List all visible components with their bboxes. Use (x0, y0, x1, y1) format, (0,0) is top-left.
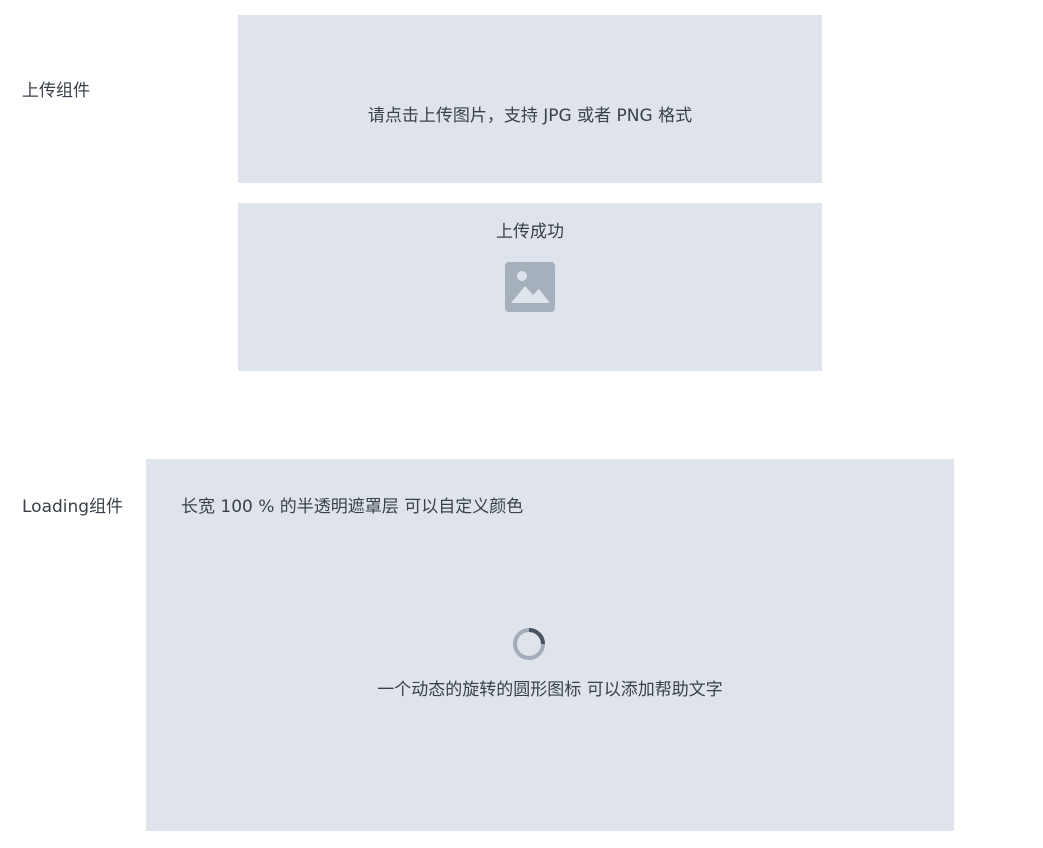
upload-dropzone[interactable]: 请点击上传图片，支持 JPG 或者 PNG 格式 (238, 15, 822, 183)
loading-section-label: Loading组件 (22, 497, 124, 517)
upload-section-label: 上传组件 (22, 81, 90, 101)
page: 上传组件 请点击上传图片，支持 JPG 或者 PNG 格式 上传成功 Loadi… (0, 0, 1043, 848)
loading-description: 长宽 100 % 的半透明遮罩层 可以自定义颜色 (181, 497, 524, 517)
loading-overlay: 长宽 100 % 的半透明遮罩层 可以自定义颜色 一个动态的旋转的圆形图标 可以… (146, 459, 954, 831)
upload-success-panel: 上传成功 (238, 203, 822, 371)
image-icon (505, 262, 555, 312)
upload-prompt-text: 请点击上传图片，支持 JPG 或者 PNG 格式 (367, 106, 693, 126)
loading-help-text: 一个动态的旋转的圆形图标 可以添加帮助文字 (377, 680, 723, 700)
upload-success-text: 上传成功 (496, 222, 564, 242)
spinner-icon (513, 628, 545, 660)
